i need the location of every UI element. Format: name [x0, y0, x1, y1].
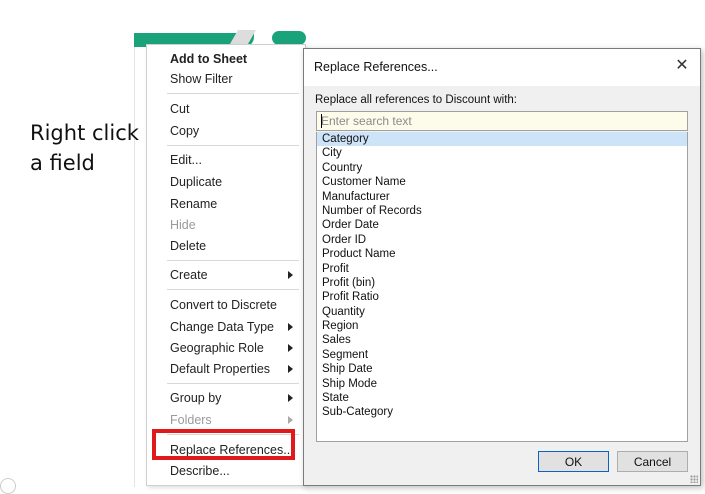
field-list-item[interactable]: City	[317, 146, 687, 160]
field-list-item[interactable]: Number of Records	[317, 204, 687, 218]
ok-button[interactable]: OK	[538, 451, 609, 472]
resize-grip-icon[interactable]	[690, 475, 698, 483]
field-list-item[interactable]: Ship Mode	[317, 377, 687, 391]
background-circle-icon	[0, 478, 16, 494]
menu-separator	[167, 260, 299, 261]
field-list-item[interactable]: Order Date	[317, 218, 687, 232]
menu-item-convert-to-discrete[interactable]: Convert to Discrete	[147, 295, 305, 315]
menu-item-hide: Hide	[170, 218, 196, 232]
field-list-item[interactable]: Profit Ratio	[317, 290, 687, 304]
field-list-item[interactable]: Profit (bin)	[317, 276, 687, 290]
submenu-arrow-icon	[288, 416, 293, 424]
menu-separator	[167, 93, 299, 94]
menu-item-default-properties[interactable]: Default Properties	[147, 359, 305, 379]
submenu-arrow-icon	[288, 365, 293, 373]
menu-item-add-to-sheet[interactable]: Add to Sheet	[147, 49, 305, 69]
menu-item-duplicate[interactable]: Duplicate	[147, 172, 305, 192]
field-list-item[interactable]: Sales	[317, 333, 687, 347]
menu-item-geographic-role[interactable]: Geographic Role	[147, 338, 305, 358]
menu-item-folders: Folders	[147, 410, 305, 430]
field-list-item[interactable]: Quantity	[317, 305, 687, 319]
replace-prompt-label: Replace all references to Discount with:	[315, 94, 517, 106]
field-list-item[interactable]: Sub-Category	[317, 405, 687, 419]
field-list-item[interactable]: State	[317, 391, 687, 405]
dialog-titlebar: Replace References... ✕	[304, 49, 700, 86]
replace-references-dialog: Replace References... ✕ Replace all refe…	[303, 48, 701, 486]
menu-item-cut[interactable]: Cut	[147, 99, 305, 119]
menu-separator	[167, 383, 299, 384]
submenu-arrow-icon	[288, 344, 293, 352]
submenu-arrow-icon	[288, 323, 293, 331]
field-list-item[interactable]: Product Name	[317, 247, 687, 261]
field-list-item[interactable]: Manufacturer	[317, 190, 687, 204]
field-list-item[interactable]: Region	[317, 319, 687, 333]
submenu-arrow-icon	[288, 394, 293, 402]
context-menu: Add to Sheet Show Filter Cut Copy Edit..…	[146, 44, 306, 486]
menu-item-delete[interactable]: Delete	[147, 236, 305, 256]
field-list-item[interactable]: Segment	[317, 348, 687, 362]
menu-item-change-data-type[interactable]: Change Data Type	[147, 317, 305, 337]
field-list-item[interactable]: Order ID	[317, 233, 687, 247]
close-icon[interactable]: ✕	[674, 58, 690, 74]
field-list-item[interactable]: Category	[317, 132, 687, 147]
background-field-pill-2	[272, 31, 306, 45]
annotation-line-2: a field	[30, 151, 95, 175]
menu-item-rename[interactable]: Rename	[147, 194, 305, 214]
menu-item-edit[interactable]: Edit...	[147, 150, 305, 170]
dialog-title: Replace References...	[314, 60, 438, 74]
menu-item-describe[interactable]: Describe...	[147, 461, 305, 481]
menu-item-create[interactable]: Create	[147, 265, 305, 285]
menu-separator	[167, 145, 299, 146]
field-list[interactable]: Category City Country Customer Name Manufact…	[316, 132, 688, 442]
cancel-button[interactable]: Cancel	[617, 451, 688, 472]
background-divider	[134, 47, 135, 487]
menu-item-group-by[interactable]: Group by	[147, 388, 305, 408]
annotation-text: Right click a field	[30, 118, 139, 178]
submenu-arrow-icon	[288, 271, 293, 279]
field-list-item[interactable]: Country	[317, 161, 687, 175]
field-list-item[interactable]: Profit	[317, 262, 687, 276]
menu-item-copy[interactable]: Copy	[147, 121, 305, 141]
annotation-line-1: Right click	[30, 121, 139, 145]
menu-separator	[167, 289, 299, 290]
highlight-box	[152, 429, 295, 460]
field-list-item[interactable]: Ship Date	[317, 362, 687, 376]
text-caret	[321, 114, 322, 128]
menu-item-show-filter[interactable]: Show Filter	[147, 69, 305, 89]
field-list-item[interactable]: Customer Name	[317, 175, 687, 189]
search-input[interactable]	[316, 111, 688, 131]
